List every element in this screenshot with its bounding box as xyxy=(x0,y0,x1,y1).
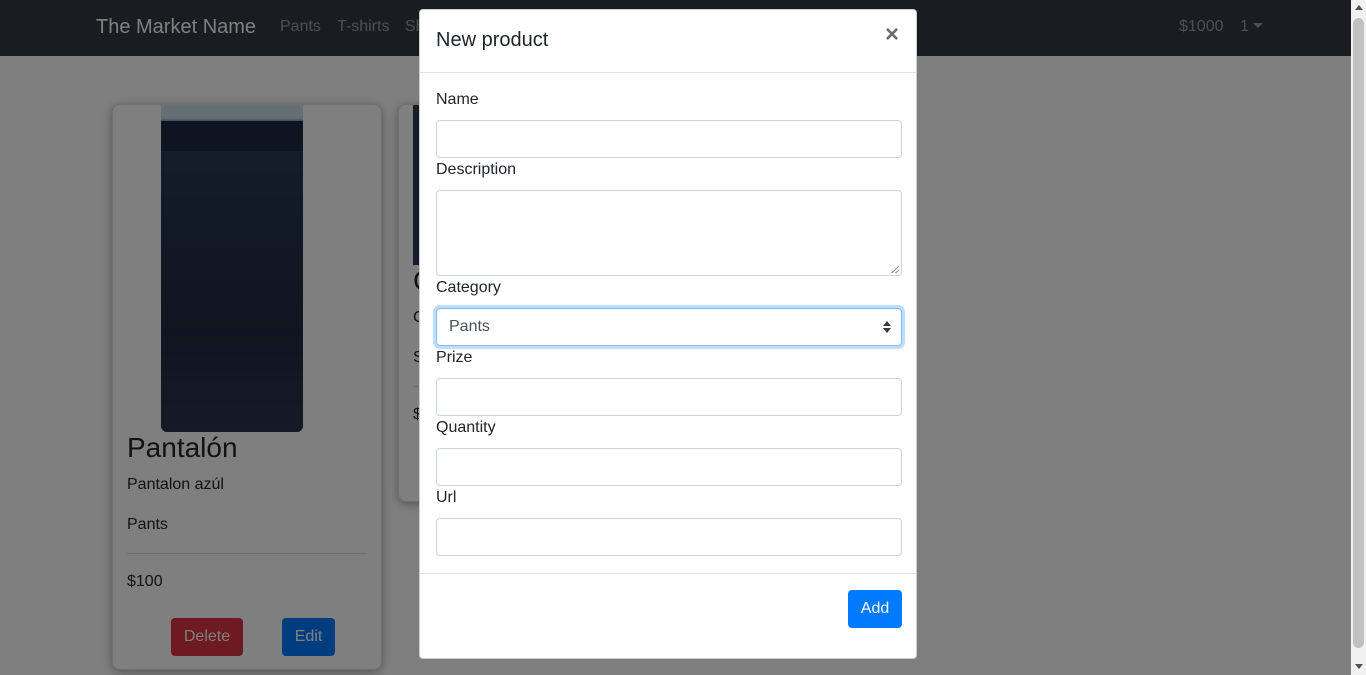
scrollbar[interactable] xyxy=(1351,0,1366,675)
scrollbar-thumb[interactable] xyxy=(1353,18,1364,648)
category-label: Category xyxy=(436,279,501,296)
add-button[interactable]: Add xyxy=(848,590,902,628)
resize-grip-icon[interactable] xyxy=(891,265,899,273)
prize-input[interactable] xyxy=(436,378,902,416)
close-icon[interactable]: × xyxy=(885,23,899,47)
name-label: Name xyxy=(436,91,479,108)
scroll-down-icon[interactable] xyxy=(1355,664,1363,669)
description-label: Description xyxy=(436,161,517,178)
url-input[interactable] xyxy=(436,518,902,556)
prize-label: Prize xyxy=(436,349,473,366)
url-label: Url xyxy=(436,489,457,506)
name-input[interactable] xyxy=(436,120,902,158)
quantity-input[interactable] xyxy=(436,448,902,486)
quantity-label: Quantity xyxy=(436,419,496,436)
new-product-modal: New product × Name Description Category … xyxy=(419,9,917,659)
modal-header: New product × xyxy=(420,10,916,73)
scroll-up-icon[interactable] xyxy=(1355,5,1363,10)
select-arrows-icon xyxy=(883,321,891,333)
description-textarea[interactable] xyxy=(436,190,902,276)
category-selected-value: Pants xyxy=(449,318,490,335)
category-select[interactable]: Pants xyxy=(436,308,902,346)
modal-footer: Add xyxy=(420,573,916,659)
modal-title: New product xyxy=(436,29,549,51)
